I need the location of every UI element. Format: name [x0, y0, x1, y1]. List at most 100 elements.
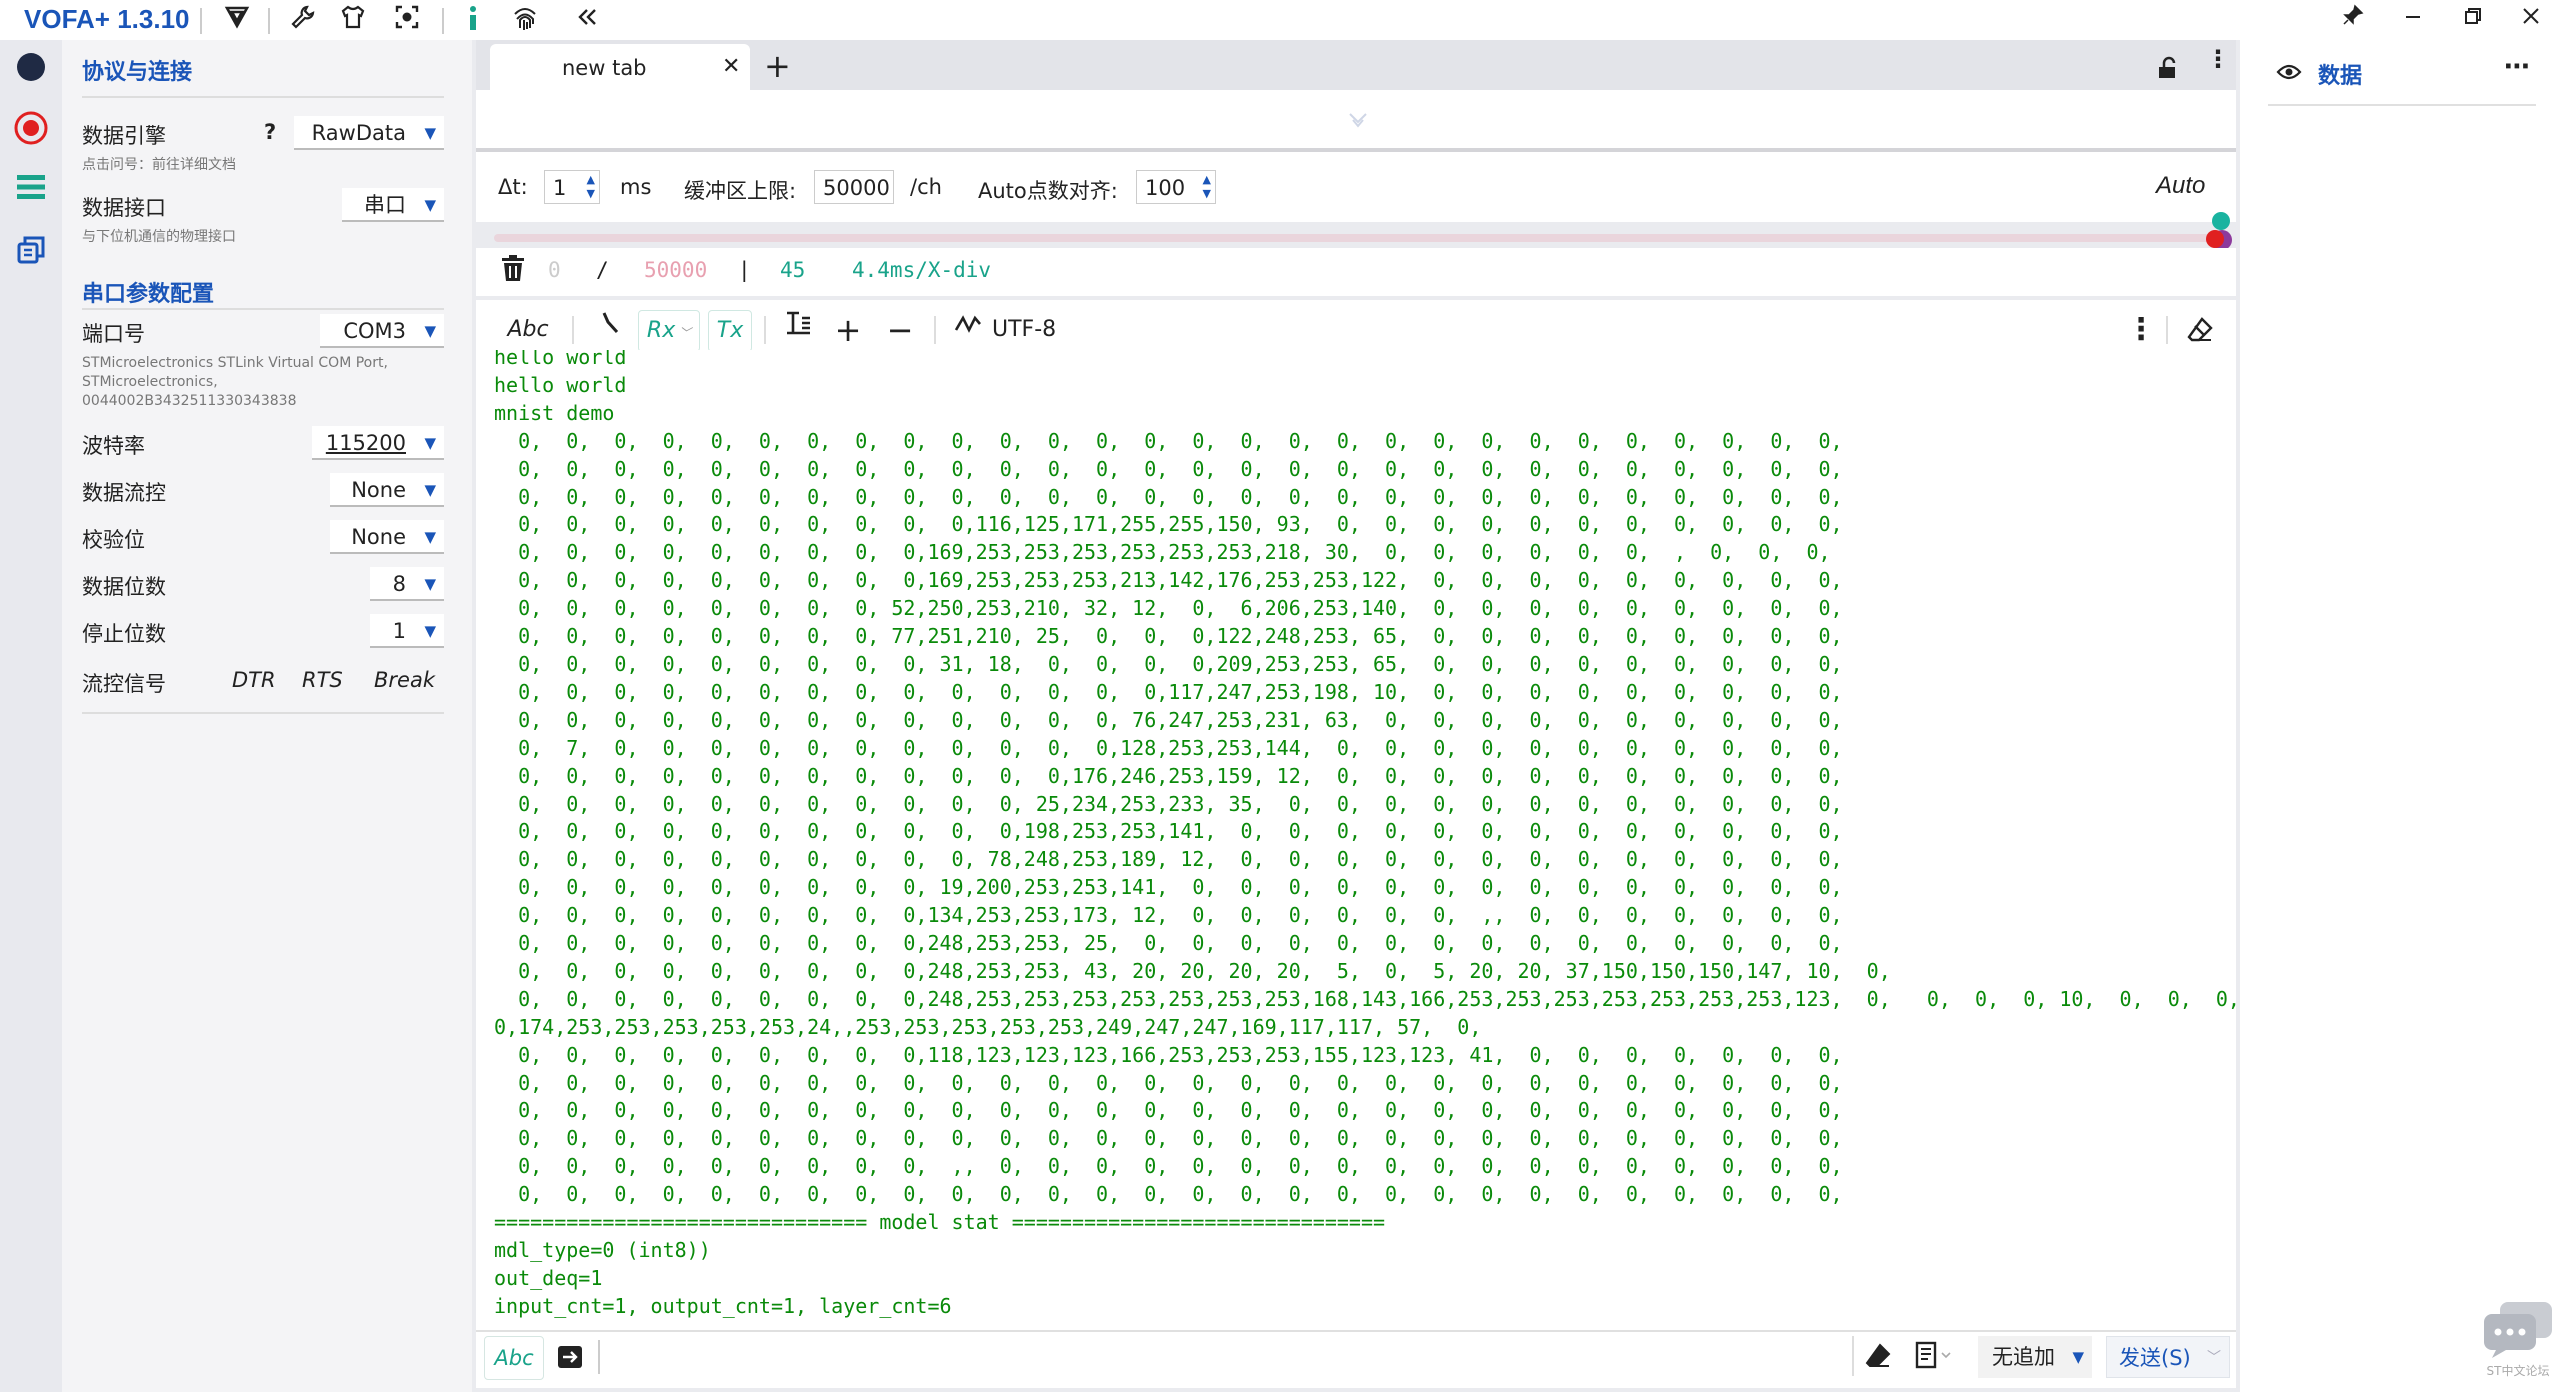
stopbits-label: 停止位数: [82, 622, 166, 646]
port-desc: STMicroelectronics STLink Virtual COM Po…: [82, 355, 388, 371]
rx-toggle[interactable]: Rx ﹀: [638, 310, 700, 352]
encoding-select[interactable]: UTF-8: [992, 310, 1062, 350]
align-value: 100: [1145, 176, 1186, 200]
interface-value: 串口: [364, 193, 406, 217]
send-label: 发送(S): [2119, 1346, 2191, 1370]
align-spinbox[interactable]: 100 ▲ ▼: [1136, 170, 1216, 204]
app-title: VOFA+ 1.3.10: [24, 4, 190, 34]
wrench-icon[interactable]: [286, 4, 320, 38]
buffer-current: 0: [548, 258, 561, 282]
dt-value: 1: [553, 176, 567, 200]
align-label: Auto点数对齐:: [978, 179, 1118, 203]
databits-label: 数据位数: [82, 575, 166, 599]
auto-button[interactable]: Auto: [2156, 172, 2205, 200]
abc-toggle[interactable]: Abc: [500, 310, 556, 350]
scroll-handle[interactable]: [2206, 230, 2224, 248]
send-input[interactable]: [604, 1336, 1844, 1378]
parity-label: 校验位: [82, 528, 145, 552]
eraser-icon[interactable]: [2186, 316, 2214, 348]
console-output[interactable]: hello world hello world mnist demo 0, 0,…: [476, 350, 2236, 1330]
add-tab-icon[interactable]: +: [764, 50, 791, 82]
filter-icon[interactable]: [220, 4, 254, 38]
expand-down-icon[interactable]: [1346, 108, 1370, 136]
title-divider: [268, 8, 270, 34]
lock-icon[interactable]: [2156, 56, 2180, 84]
chevron-down-icon: ▼: [2072, 1348, 2084, 1366]
shirt-icon[interactable]: [336, 4, 370, 38]
more-vertical-icon[interactable]: ⋮: [2206, 47, 2230, 71]
flow-select[interactable]: None ▼: [330, 473, 444, 507]
sendbar-divider: [1852, 1336, 1854, 1376]
rts-toggle[interactable]: RTS: [302, 668, 343, 692]
title-divider: [442, 8, 444, 34]
parity-select[interactable]: None ▼: [330, 520, 444, 554]
port-desc: STMicroelectronics,: [82, 374, 218, 390]
port-select[interactable]: COM3 ▼: [320, 314, 444, 348]
serial-section-title: 串口参数配置: [82, 282, 215, 307]
restore-icon[interactable]: [2450, 2, 2496, 38]
port-label: 端口号: [82, 322, 145, 346]
engine-select[interactable]: RawData ▼: [294, 116, 444, 150]
zoom-in-icon[interactable]: +: [830, 310, 866, 350]
waveform-icon[interactable]: [950, 310, 986, 350]
spin-arrows-icon[interactable]: ▲ ▼: [587, 173, 595, 201]
send-abc-toggle[interactable]: Abc: [484, 1336, 544, 1380]
more-horizontal-icon[interactable]: ⋯: [2504, 52, 2530, 82]
rx-label: Rx: [646, 318, 676, 343]
interface-hint: 与下位机通信的物理接口: [82, 229, 236, 245]
pin-icon[interactable]: [2330, 2, 2376, 38]
buffer-input[interactable]: 50000: [814, 170, 894, 204]
tab-new-tab[interactable]: new tab ✕: [490, 44, 750, 90]
minimize-icon[interactable]: [2390, 2, 2436, 38]
engine-help-button[interactable]: ?: [264, 120, 276, 144]
send-format-icon[interactable]: [556, 1344, 584, 1374]
connection-status-icon[interactable]: [10, 50, 52, 92]
right-panel: [2240, 40, 2560, 1392]
append-value: 无追加: [1992, 1345, 2055, 1369]
divider: [82, 712, 444, 714]
zoom-out-icon[interactable]: −: [882, 310, 918, 350]
menu-list-icon[interactable]: [10, 172, 52, 214]
flow-value: None: [351, 478, 406, 502]
record-icon[interactable]: [10, 110, 52, 152]
collapse-icon[interactable]: [570, 4, 604, 38]
fingerprint-icon[interactable]: [508, 4, 542, 38]
eraser-icon[interactable]: [1864, 1342, 1892, 1374]
databits-select[interactable]: 8 ▼: [370, 567, 444, 601]
tab-close-icon[interactable]: ✕: [722, 54, 740, 79]
panel-title: 协议与连接: [82, 60, 193, 85]
buffer-max: 50000: [644, 258, 708, 282]
dt-spinbox[interactable]: 1 ▲ ▼: [544, 170, 600, 204]
timestamp-icon[interactable]: [592, 310, 628, 350]
windows-icon[interactable]: [10, 234, 52, 276]
capture-icon[interactable]: [390, 4, 424, 38]
points-count: 45: [780, 258, 806, 282]
dtr-toggle[interactable]: DTR: [232, 668, 276, 692]
toolbar-divider: [2166, 316, 2168, 344]
scroll-track[interactable]: [494, 234, 2220, 242]
append-select[interactable]: 无追加 ▼: [1978, 1336, 2092, 1378]
close-icon[interactable]: [2508, 2, 2554, 38]
text-format-icon[interactable]: [780, 310, 816, 350]
history-icon[interactable]: [1914, 1340, 1954, 1374]
spin-arrows-icon[interactable]: ▲ ▼: [1203, 173, 1211, 201]
eye-icon[interactable]: [2276, 62, 2302, 86]
chevron-down-icon: ﹀: [2207, 1350, 2221, 1366]
break-toggle[interactable]: Break: [374, 668, 435, 692]
baud-select[interactable]: 115200 ▼: [312, 426, 444, 460]
trash-icon[interactable]: [500, 254, 526, 286]
chevron-down-icon: ﹀: [675, 326, 692, 340]
toolbar-divider: [934, 316, 936, 344]
more-vertical-icon[interactable]: ⋮: [2126, 310, 2156, 350]
info-icon[interactable]: [456, 4, 490, 38]
flow-label: 数据流控: [82, 481, 166, 505]
tx-toggle[interactable]: Tx: [708, 310, 752, 352]
channel-dot-teal[interactable]: [2212, 212, 2230, 230]
buffer-label: 缓冲区上限:: [684, 179, 797, 203]
stopbits-select[interactable]: 1 ▼: [370, 614, 444, 648]
send-button[interactable]: 发送(S) ﹀: [2106, 1336, 2230, 1378]
interface-select[interactable]: 串口 ▼: [342, 188, 444, 222]
signals-label: 流控信号: [82, 672, 166, 696]
console-text: hello world hello world mnist demo 0, 0,…: [494, 350, 2236, 1318]
parity-value: None: [351, 525, 406, 549]
